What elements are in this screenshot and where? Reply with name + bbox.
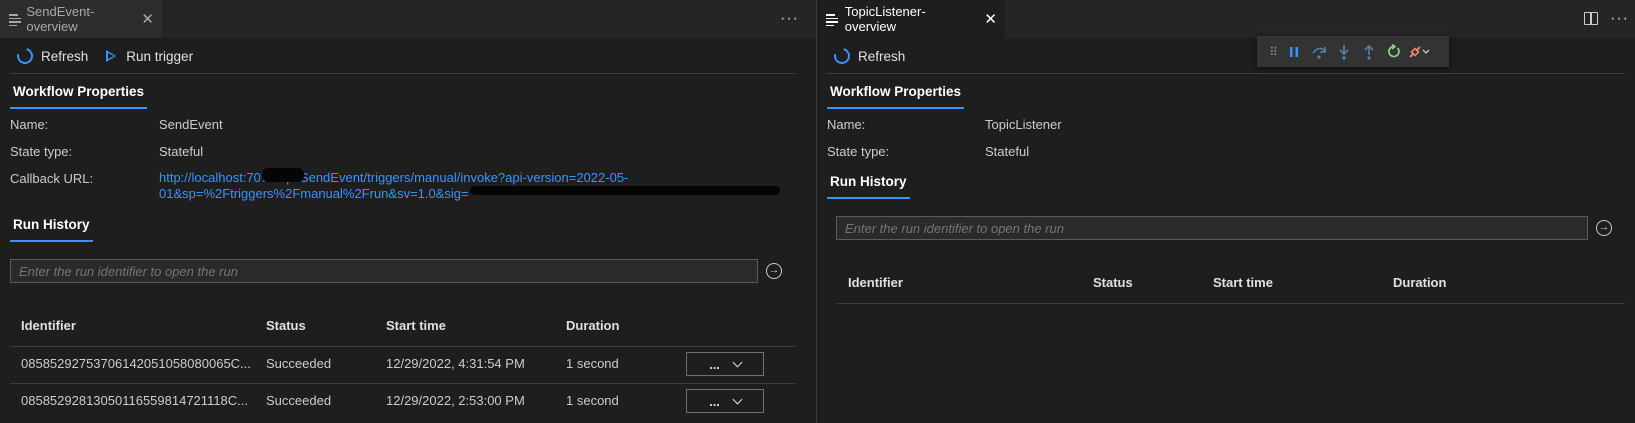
refresh-icon xyxy=(14,45,36,67)
left-toolbar: Refresh Run trigger xyxy=(0,38,816,74)
disconnect-icon[interactable] xyxy=(1406,42,1431,62)
tab-run-history[interactable]: Run History xyxy=(10,217,93,242)
step-out-icon[interactable] xyxy=(1356,42,1381,62)
play-icon xyxy=(106,50,117,62)
state-type-label: State type: xyxy=(827,144,890,159)
left-tab-bar: SendEvent-overview ✕ ··· xyxy=(0,0,816,38)
right-tab-bar: TopicListener-overview ✕ ··· xyxy=(817,0,1635,38)
refresh-button[interactable]: Refresh xyxy=(831,45,906,67)
close-icon[interactable]: ✕ xyxy=(141,12,154,27)
preview-icon xyxy=(8,12,21,26)
run-start-time: 12/29/2022, 4:31:54 PM xyxy=(386,356,525,371)
tab-run-history[interactable]: Run History xyxy=(827,174,910,199)
tab-workflow-properties[interactable]: Workflow Properties xyxy=(827,84,965,109)
restart-icon[interactable] xyxy=(1381,42,1406,62)
more-actions-icon[interactable]: ··· xyxy=(1610,10,1629,28)
state-type-value: Stateful xyxy=(985,144,1030,159)
state-type-label: State type: xyxy=(10,144,73,159)
refresh-icon xyxy=(831,45,853,67)
refresh-label: Refresh xyxy=(41,48,89,64)
run-identifier-input[interactable] xyxy=(10,259,758,283)
header-divider xyxy=(836,303,1625,304)
more-actions-icon[interactable]: ··· xyxy=(780,10,799,28)
column-header-identifier[interactable]: Identifier xyxy=(21,318,76,333)
column-header-duration[interactable]: Duration xyxy=(1393,275,1446,290)
column-header-start-time[interactable]: Start time xyxy=(1213,275,1273,290)
run-duration: 1 second xyxy=(566,393,619,408)
run-start-time: 12/29/2022, 2:53:00 PM xyxy=(386,393,525,408)
refresh-label: Refresh xyxy=(858,48,906,64)
toolbar-divider xyxy=(827,73,1625,74)
run-trigger-label: Run trigger xyxy=(126,48,194,64)
column-header-identifier[interactable]: Identifier xyxy=(848,275,903,290)
column-header-status[interactable]: Status xyxy=(266,318,306,333)
run-duration: 1 second xyxy=(566,356,619,371)
column-header-duration[interactable]: Duration xyxy=(566,318,619,333)
tab-sendevent-overview[interactable]: SendEvent-overview ✕ xyxy=(0,0,162,38)
tab-title: TopicListener-overview xyxy=(844,4,926,34)
row-actions-dropdown[interactable]: ... xyxy=(686,352,764,376)
name-value: TopicListener xyxy=(985,117,1062,132)
run-status: Succeeded xyxy=(266,356,332,371)
sendevent-editor-pane: SendEvent-overview ✕ ··· Refresh Run tri… xyxy=(0,0,816,423)
refresh-button[interactable]: Refresh xyxy=(14,45,89,67)
toolbar-divider xyxy=(10,73,796,74)
step-over-icon[interactable] xyxy=(1306,42,1331,62)
header-divider xyxy=(10,346,796,347)
chevron-down-icon xyxy=(732,394,743,404)
column-header-status[interactable]: Status xyxy=(1093,275,1133,290)
preview-icon xyxy=(825,12,839,26)
callback-url-line-1: http://localhost:7071/api/SendEvent/trig… xyxy=(159,170,629,185)
row-action-label: ... xyxy=(709,356,720,372)
run-identifier-link[interactable]: 08585292813050116559814721118C... xyxy=(21,393,248,408)
close-icon[interactable]: ✕ xyxy=(984,12,997,27)
debug-toolbar: ⠿ xyxy=(1257,36,1449,67)
right-toolbar: Refresh xyxy=(817,38,1635,74)
state-type-value: Stateful xyxy=(159,144,204,159)
name-label: Name: xyxy=(10,117,49,132)
drag-handle-icon[interactable]: ⠿ xyxy=(1265,42,1281,62)
go-arrow-icon[interactable]: → xyxy=(1596,220,1612,236)
pause-icon[interactable] xyxy=(1281,42,1306,62)
chevron-down-icon xyxy=(732,357,743,367)
row-divider xyxy=(10,383,796,384)
tab-title: SendEvent-overview xyxy=(26,4,95,34)
run-status: Succeeded xyxy=(266,393,332,408)
run-trigger-button[interactable]: Run trigger xyxy=(106,49,193,64)
go-arrow-icon[interactable]: → xyxy=(766,263,782,279)
step-into-icon[interactable] xyxy=(1331,42,1356,62)
name-label: Name: xyxy=(827,117,866,132)
callback-url-label: Callback URL: xyxy=(10,171,94,186)
topiclistener-editor-pane: TopicListener-overview ✕ ··· Refresh Wor… xyxy=(817,0,1635,423)
run-identifier-link[interactable]: 08585292753706142051058080065C... xyxy=(21,356,251,371)
split-editor-icon[interactable] xyxy=(1584,12,1598,25)
row-actions-dropdown[interactable]: ... xyxy=(686,389,764,413)
row-action-label: ... xyxy=(709,393,720,409)
column-header-start-time[interactable]: Start time xyxy=(386,318,446,333)
name-value: SendEvent xyxy=(159,117,223,132)
redaction-mark xyxy=(470,186,780,195)
tab-workflow-properties[interactable]: Workflow Properties xyxy=(10,84,148,109)
run-identifier-input[interactable] xyxy=(836,216,1588,240)
tab-topiclistener-overview[interactable]: TopicListener-overview ✕ xyxy=(817,0,1005,38)
redaction-mark xyxy=(262,168,304,182)
